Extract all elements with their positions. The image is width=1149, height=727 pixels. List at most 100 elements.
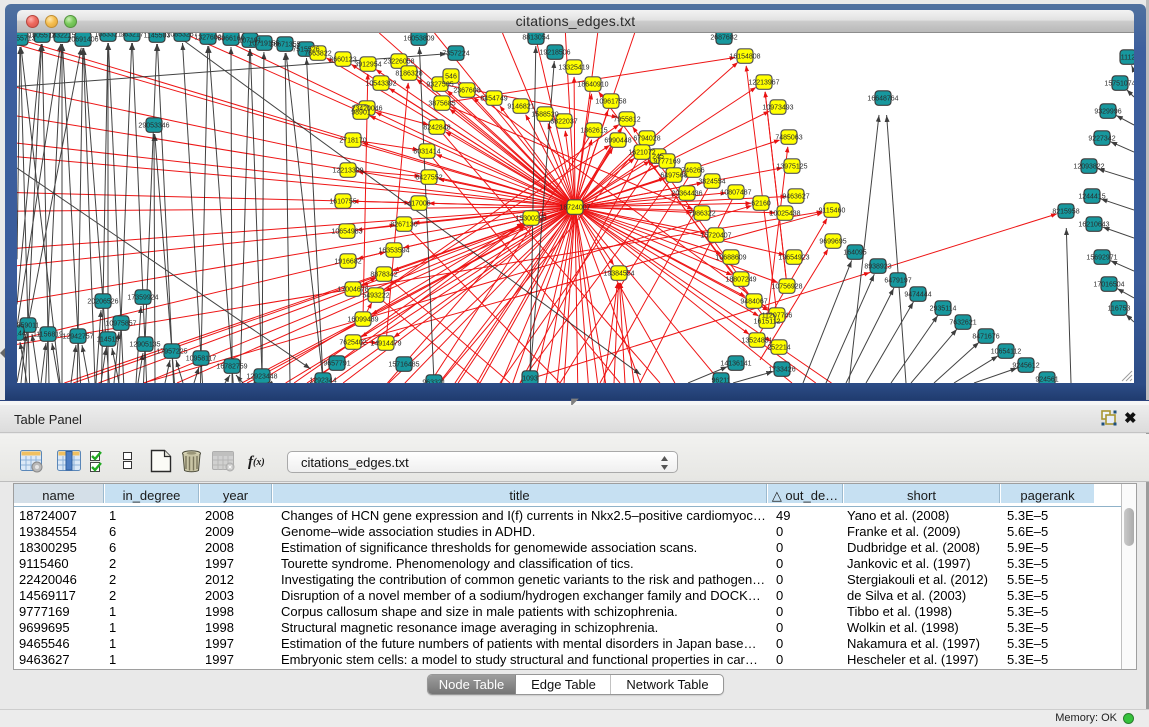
svg-text:1916682: 1916682 [334, 259, 361, 266]
svg-text:15692971: 15692971 [1086, 255, 1117, 262]
svg-text:417006: 417006 [407, 201, 430, 208]
svg-text:746266: 746266 [681, 168, 704, 175]
svg-text:16353594: 16353594 [378, 248, 409, 255]
svg-text:9245612: 9245612 [1012, 363, 1039, 370]
svg-text:12213967: 12213967 [748, 80, 779, 87]
svg-text:1610755: 1610755 [329, 199, 356, 206]
svg-text:252214: 252214 [767, 345, 790, 352]
svg-text:7986322: 7986322 [688, 211, 715, 218]
svg-text:10654112: 10654112 [991, 349, 1022, 356]
svg-text:17957225: 17957225 [156, 349, 187, 356]
svg-text:10756928: 10756928 [771, 284, 802, 291]
svg-text:10975857: 10975857 [105, 321, 136, 328]
svg-text:39144: 39144 [17, 331, 26, 338]
svg-text:10973493: 10973493 [762, 105, 793, 112]
svg-text:1615112: 1615112 [754, 319, 781, 326]
svg-text:359011: 359011 [17, 323, 40, 330]
svg-text:164095: 164095 [843, 250, 866, 257]
svg-text:10958117: 10958117 [186, 356, 217, 363]
svg-text:16053809: 16053809 [403, 36, 434, 43]
svg-text:20206526: 20206526 [87, 299, 118, 306]
svg-text:2935114: 2935114 [930, 306, 957, 313]
svg-text:18640910: 18640910 [577, 82, 608, 89]
svg-text:19218506: 19218506 [539, 50, 570, 57]
svg-text:3824554: 3824554 [698, 179, 725, 186]
svg-text:15720407: 15720407 [700, 233, 731, 240]
svg-text:9474444: 9474444 [904, 292, 931, 299]
svg-text:12923448: 12923448 [246, 374, 277, 381]
svg-text:9227342: 9227342 [1088, 136, 1115, 143]
svg-text:10025438: 10025438 [769, 211, 800, 218]
svg-text:29053346: 29053346 [138, 123, 169, 130]
svg-text:6794028: 6794028 [633, 136, 660, 143]
svg-text:1112: 1112 [1121, 55, 1134, 62]
svg-text:96211: 96211 [712, 378, 731, 384]
svg-text:963217: 963217 [120, 33, 143, 39]
svg-text:9146821: 9146821 [507, 104, 534, 111]
svg-text:7625402: 7625402 [339, 340, 366, 347]
svg-text:8471676: 8471676 [972, 334, 999, 341]
svg-text:3912954: 3912954 [354, 62, 381, 69]
svg-text:12213399: 12213399 [332, 168, 363, 175]
svg-text:18807249: 18807249 [725, 277, 756, 284]
svg-text:9327505: 9327505 [426, 82, 453, 89]
svg-text:1588520: 1588520 [531, 112, 558, 119]
svg-text:8938923: 8938923 [864, 264, 891, 271]
svg-text:9484067: 9484067 [740, 299, 767, 306]
svg-text:1244415: 1244415 [1078, 194, 1105, 201]
svg-text:17359924: 17359924 [127, 295, 158, 302]
svg-text:1093: 1093 [522, 376, 538, 383]
svg-text:10688609: 10688609 [715, 255, 746, 262]
svg-text:8878342: 8878342 [370, 272, 397, 279]
svg-text:1292344: 1292344 [309, 378, 336, 384]
svg-text:62160: 62160 [751, 201, 771, 208]
svg-text:3822037: 3822037 [550, 119, 577, 126]
svg-text:19654923: 19654923 [778, 255, 809, 262]
svg-text:2718170: 2718170 [339, 138, 366, 145]
svg-text:1733426: 1733426 [768, 367, 795, 374]
svg-text:20364436: 20364436 [671, 191, 702, 198]
svg-text:9699695: 9699695 [819, 239, 846, 246]
svg-text:9463627: 9463627 [782, 194, 809, 201]
svg-text:12942757: 12942757 [62, 334, 93, 341]
svg-text:9329996: 9329996 [1094, 109, 1121, 116]
svg-text:19384554: 19384554 [603, 271, 634, 278]
svg-text:2367608: 2367608 [453, 88, 480, 95]
svg-text:18724007: 18724007 [559, 205, 590, 212]
svg-text:924561: 924561 [1035, 377, 1058, 384]
svg-text:16210643: 16210643 [1078, 222, 1109, 229]
svg-text:12093822: 12093822 [1073, 164, 1104, 171]
svg-text:10807487: 10807487 [720, 190, 751, 197]
svg-text:10543392: 10543392 [365, 81, 396, 88]
svg-text:13325419: 13325419 [558, 65, 589, 72]
svg-text:1362615: 1362615 [580, 128, 607, 135]
svg-text:16154808: 16154808 [729, 54, 760, 61]
svg-text:7357224: 7357224 [442, 51, 469, 58]
svg-text:14914479: 14914479 [370, 341, 401, 348]
svg-text:9777169: 9777169 [653, 159, 680, 166]
svg-text:8267130: 8267130 [390, 222, 417, 229]
svg-text:8031414: 8031414 [413, 149, 440, 156]
svg-text:23226058: 23226058 [383, 59, 414, 66]
svg-text:14136141: 14136141 [720, 361, 751, 368]
svg-text:8186328: 8186328 [395, 71, 422, 78]
svg-text:8427552: 8427552 [415, 175, 442, 182]
svg-text:7632621: 7632621 [949, 320, 976, 327]
svg-text:546: 546 [445, 74, 457, 81]
svg-text:13975125: 13975125 [776, 164, 807, 171]
svg-text:(x): (x) [253, 457, 265, 468]
svg-text:6990448: 6990448 [604, 138, 631, 145]
svg-text:9657791: 9657791 [323, 361, 350, 368]
svg-text:7485063: 7485063 [775, 135, 802, 142]
svg-text:5493222: 5493222 [362, 293, 389, 300]
svg-text:10853267: 10853267 [166, 33, 197, 39]
svg-text:963321: 963321 [422, 380, 445, 384]
svg-text:116753: 116753 [1108, 306, 1131, 313]
svg-text:11156819: 11156819 [33, 332, 63, 339]
svg-text:8215958: 8215958 [1052, 209, 1079, 216]
svg-text:8660123: 8660123 [329, 57, 356, 64]
svg-text:6479197: 6479197 [884, 278, 911, 285]
svg-text:114519: 114519 [97, 337, 120, 344]
svg-text:16099489: 16099489 [347, 317, 378, 324]
svg-text:8813054: 8813054 [522, 35, 549, 42]
